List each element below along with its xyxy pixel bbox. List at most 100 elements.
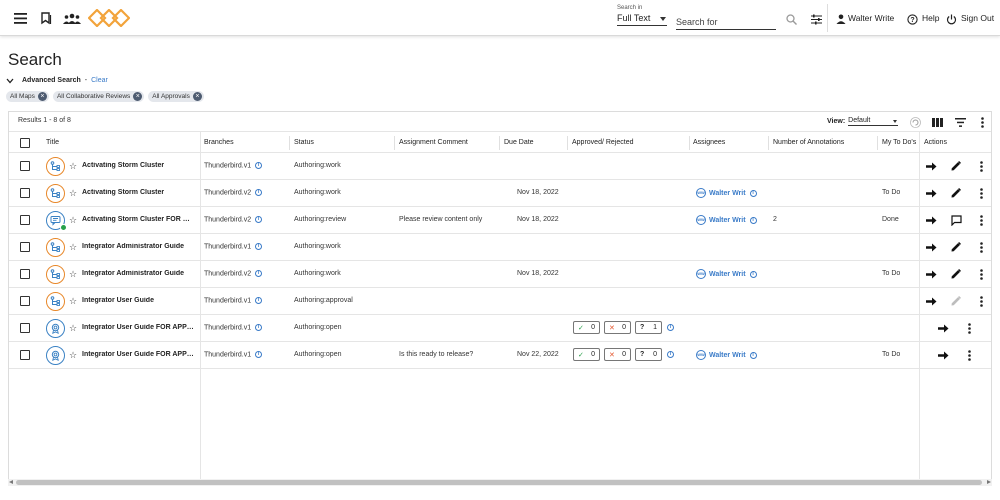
edit-pencil-icon[interactable] [950,187,962,199]
approved-count[interactable]: ✓ 0 [573,348,600,361]
more-vert-icon[interactable] [975,187,987,199]
close-icon[interactable]: × [37,92,47,101]
favorite-star-icon[interactable]: ☆ [69,188,77,198]
row-assignee[interactable]: WW Walter Writ i [696,350,757,360]
edit-pencil-icon[interactable] [950,160,962,172]
filter-chip-maps[interactable]: All Maps × [6,91,49,102]
col-due-date[interactable]: Due Date [504,139,534,146]
favorite-star-icon[interactable]: ☆ [69,350,77,360]
advanced-search-toggle[interactable]: Advanced Search [22,77,81,84]
col-annotations[interactable]: Number of Annotations [773,139,844,146]
chevron-down-icon[interactable] [6,78,14,84]
table-row[interactable]: ☆ Integrator Administrator Guide Thunderbi… [9,261,991,288]
scroll-right-icon[interactable] [987,480,991,484]
open-arrow-icon[interactable] [925,187,937,199]
comment-icon[interactable] [950,214,962,226]
favorite-star-icon[interactable]: ☆ [69,215,77,225]
row-title[interactable]: Activating Storm Cluster [82,162,164,169]
open-arrow-icon[interactable] [937,322,949,334]
info-icon[interactable]: i [255,270,263,277]
table-row[interactable]: ☆ Activating Storm Cluster Thunderbird.v2 i… [9,180,991,207]
col-approved-rejected[interactable]: Approved/ Rejected [572,139,633,146]
columns-icon[interactable] [930,115,944,129]
info-icon[interactable]: i [667,324,674,331]
scrollbar-thumb[interactable] [16,480,982,485]
more-vert-icon[interactable] [975,160,987,172]
help-icon[interactable]: ? [906,11,918,27]
search-input[interactable] [676,15,776,30]
favorite-star-icon[interactable]: ☆ [69,323,77,333]
favorite-star-icon[interactable]: ☆ [69,242,77,252]
favorite-star-icon[interactable]: ☆ [69,161,77,171]
edit-pencil-icon[interactable] [950,241,962,253]
info-icon[interactable]: i [667,351,674,358]
filter-chip-reviews[interactable]: All Collaborative Reviews × [52,91,145,102]
open-arrow-icon[interactable] [937,349,949,361]
horizontal-scrollbar[interactable] [8,479,992,486]
more-vert-icon[interactable] [963,349,975,361]
info-icon[interactable]: i [749,270,757,278]
select-all-checkbox[interactable] [20,138,30,148]
menu-icon[interactable] [12,10,28,26]
search-mode-value[interactable]: Full Text [617,13,667,26]
row-checkbox[interactable] [20,269,30,279]
view-select[interactable]: Default [848,117,899,126]
info-icon[interactable]: i [255,243,263,250]
row-checkbox[interactable] [20,323,30,333]
bookmark-icon[interactable] [38,10,54,26]
power-icon[interactable] [945,11,957,27]
approved-count[interactable]: ✓ 0 [573,321,600,334]
info-icon[interactable]: i [255,351,263,358]
row-checkbox[interactable] [20,350,30,360]
clear-filters-link[interactable]: Clear [91,77,108,84]
open-arrow-icon[interactable] [925,268,937,280]
more-vert-icon[interactable] [975,115,989,129]
info-icon[interactable]: i [255,324,263,331]
more-vert-icon[interactable] [975,241,987,253]
col-todos[interactable]: My To Do's [882,139,916,146]
more-vert-icon[interactable] [975,268,987,280]
favorite-star-icon[interactable]: ☆ [69,296,77,306]
row-assignee[interactable]: WW Walter Writ i [696,215,757,225]
info-icon[interactable]: i [255,162,263,169]
row-title[interactable]: Activating Storm Cluster [82,189,164,196]
close-icon[interactable]: × [133,92,143,101]
pending-count[interactable]: ? 1 [635,321,662,334]
info-icon[interactable]: i [255,189,263,196]
col-status[interactable]: Status [294,139,314,146]
pending-count[interactable]: ? 0 [635,348,662,361]
user-name[interactable]: Walter Write [848,13,894,23]
search-icon[interactable] [783,11,799,27]
table-row[interactable]: ☆ Integrator Administrator Guide Thunderbi… [9,234,991,261]
more-vert-icon[interactable] [975,295,987,307]
table-row[interactable]: ☆ Integrator User Guide Thunderbird.v1 i Aut… [9,288,991,315]
groups-icon[interactable] [62,10,82,26]
table-row[interactable]: ☆ Activating Storm Cluster FOR RE... Thund… [9,207,991,234]
col-assignees[interactable]: Assignees [693,139,725,146]
col-assignment-comment[interactable]: Assignment Comment [399,139,468,146]
rejected-count[interactable]: ✕ 0 [604,321,631,334]
filter-chip-approvals[interactable]: All Approvals × [148,91,204,102]
filter-settings-icon[interactable] [808,11,824,27]
help-link[interactable]: Help [922,13,939,23]
row-checkbox[interactable] [20,188,30,198]
row-assignee[interactable]: WW Walter Writ i [696,269,757,279]
table-row[interactable]: ☆ Integrator User Guide FOR APPR... Thunde… [9,342,991,369]
row-title[interactable]: Integrator User Guide FOR APPR... [82,351,194,358]
filter-icon[interactable] [953,115,967,129]
info-icon[interactable]: i [749,351,757,359]
open-arrow-icon[interactable] [925,241,937,253]
col-branches[interactable]: Branches [204,139,234,146]
table-row[interactable]: ☆ Integrator User Guide FOR APPR... Thunde… [9,315,991,342]
open-arrow-icon[interactable] [925,214,937,226]
row-title[interactable]: Integrator Administrator Guide [82,243,184,250]
sign-out-link[interactable]: Sign Out [961,13,994,23]
row-checkbox[interactable] [20,296,30,306]
table-row[interactable]: ☆ Activating Storm Cluster Thunderbird.v1 i… [9,153,991,180]
row-checkbox[interactable] [20,242,30,252]
search-mode-select[interactable]: Search in Full Text [617,5,667,26]
row-checkbox[interactable] [20,215,30,225]
row-title[interactable]: Integrator User Guide [82,297,154,304]
refresh-icon[interactable] [908,115,922,129]
row-checkbox[interactable] [20,161,30,171]
